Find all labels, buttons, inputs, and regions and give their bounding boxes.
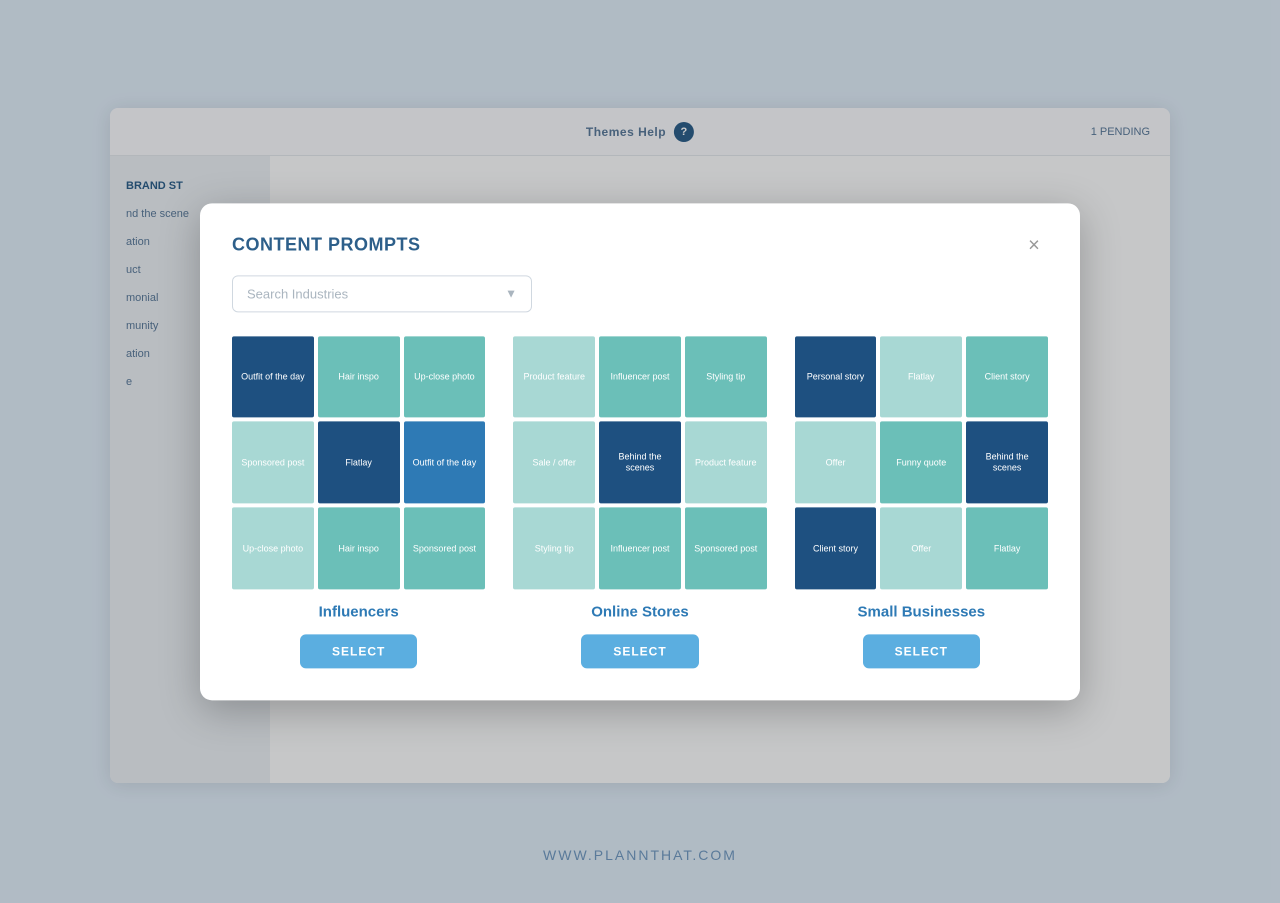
grid-cell: Behind the scenes (599, 422, 681, 504)
content-prompts-modal: CONTENT PROMPTS × Search Industries ▼ Ou… (200, 203, 1080, 700)
grid-cell: Hair inspo (318, 507, 400, 589)
grid-cell: Influencer post (599, 336, 681, 418)
grid-cell: Client story (966, 336, 1048, 418)
grid-cell: Hair inspo (318, 336, 400, 418)
category-card-small-businesses: Personal story Flatlay Client story Offe… (795, 336, 1048, 668)
small-businesses-select-button[interactable]: SELECT (863, 634, 980, 668)
grid-cell: Offer (795, 422, 877, 504)
grid-cell: Behind the scenes (966, 422, 1048, 504)
categories-grid: Outfit of the day Hair inspo Up-close ph… (232, 336, 1048, 668)
online-stores-select-button[interactable]: SELECT (581, 634, 698, 668)
grid-cell: Flatlay (880, 336, 962, 418)
grid-cell: Offer (880, 507, 962, 589)
grid-cell: Styling tip (513, 507, 595, 589)
grid-cell: Product feature (685, 422, 767, 504)
modal-body: Outfit of the day Hair inspo Up-close ph… (200, 328, 1080, 700)
grid-cell: Outfit of the day (232, 336, 314, 418)
chevron-down-icon: ▼ (505, 286, 517, 300)
grid-cell: Styling tip (685, 336, 767, 418)
modal-close-button[interactable]: × (1020, 231, 1048, 259)
grid-cell: Influencer post (599, 507, 681, 589)
watermark: WWW.PLANNTHAT.COM (543, 847, 737, 863)
grid-cell: Funny quote (880, 422, 962, 504)
grid-cell: Client story (795, 507, 877, 589)
category-card-online-stores: Product feature Influencer post Styling … (513, 336, 766, 668)
grid-cell: Flatlay (318, 422, 400, 504)
grid-cell: Sponsored post (404, 507, 486, 589)
grid-cell: Up-close photo (404, 336, 486, 418)
online-stores-grid: Product feature Influencer post Styling … (513, 336, 766, 589)
influencers-grid: Outfit of the day Hair inspo Up-close ph… (232, 336, 485, 589)
category-card-influencers: Outfit of the day Hair inspo Up-close ph… (232, 336, 485, 668)
online-stores-category-name: Online Stores (591, 603, 689, 620)
grid-cell: Sponsored post (232, 422, 314, 504)
grid-cell: Sponsored post (685, 507, 767, 589)
influencers-category-name: Influencers (319, 603, 399, 620)
small-businesses-category-name: Small Businesses (858, 603, 986, 620)
modal-search-area: Search Industries ▼ (200, 275, 1080, 328)
search-industries-dropdown[interactable]: Search Industries ▼ (232, 275, 532, 312)
influencers-select-button[interactable]: SELECT (300, 634, 417, 668)
grid-cell: Personal story (795, 336, 877, 418)
small-businesses-grid: Personal story Flatlay Client story Offe… (795, 336, 1048, 589)
grid-cell: Up-close photo (232, 507, 314, 589)
search-placeholder: Search Industries (247, 286, 348, 301)
modal-title: CONTENT PROMPTS (232, 234, 421, 255)
grid-cell: Sale / offer (513, 422, 595, 504)
grid-cell: Product feature (513, 336, 595, 418)
grid-cell: Flatlay (966, 507, 1048, 589)
grid-cell: Outfit of the day (404, 422, 486, 504)
modal-header: CONTENT PROMPTS × (200, 203, 1080, 275)
